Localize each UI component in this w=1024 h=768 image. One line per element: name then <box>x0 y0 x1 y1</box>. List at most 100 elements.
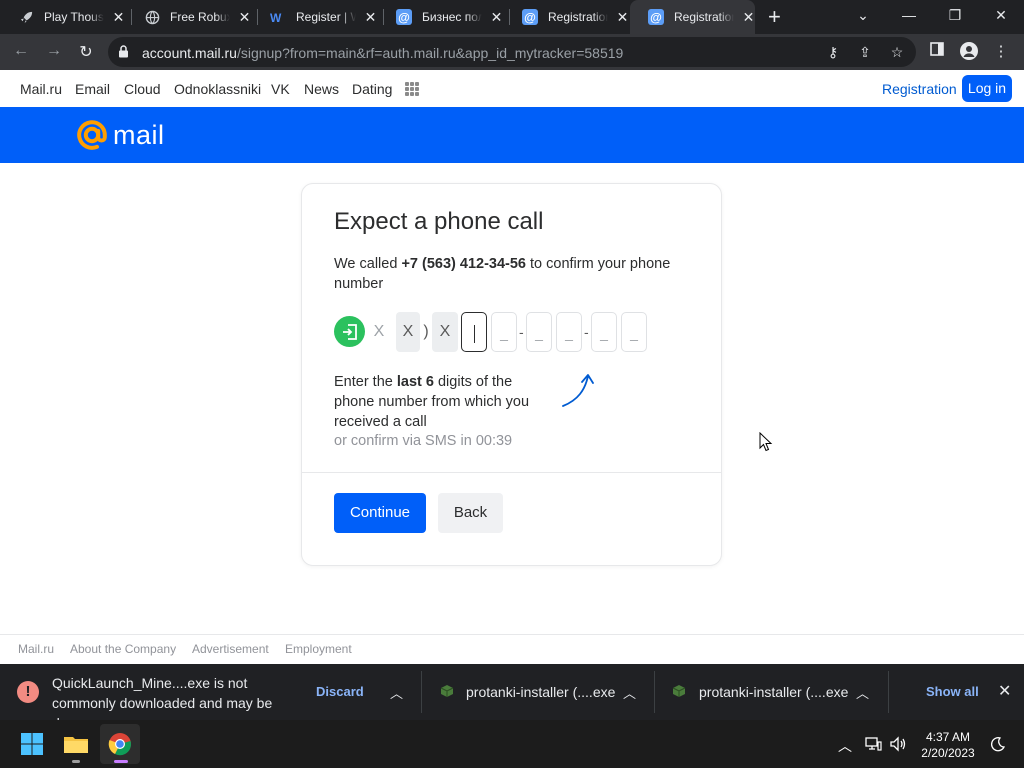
close-icon[interactable]: ✕ <box>998 681 1011 701</box>
url-text: account.mail.ru/signup?from=main&rf=auth… <box>142 45 624 61</box>
download-separator <box>888 671 889 713</box>
download-separator <box>421 671 422 713</box>
lock-icon <box>118 45 129 63</box>
bookmark-star-icon[interactable]: ☆ <box>888 44 906 61</box>
digit-input-2[interactable]: _ <box>491 312 517 352</box>
start-windows-icon[interactable] <box>12 724 52 764</box>
svg-text:@: @ <box>398 11 410 25</box>
browser-toolbar: ← → ↻ account.mail.ru/signup?from=main&r… <box>0 34 1024 70</box>
w-logo-icon: W <box>270 9 286 25</box>
minimize-icon[interactable]: — <box>899 7 919 23</box>
close-tab-icon[interactable]: ✕ <box>238 9 251 26</box>
close-tab-icon[interactable]: ✕ <box>112 9 125 26</box>
tab-register[interactable]: W Register | W ✕ <box>252 0 377 34</box>
tab-registration-active[interactable]: @ Registration ✕ <box>630 0 755 34</box>
close-window-icon[interactable]: ✕ <box>991 7 1011 24</box>
tab-title: Бизнес пол <box>422 10 482 24</box>
nav-mailru[interactable]: Mail.ru <box>20 81 62 97</box>
mail-at-icon: @ <box>396 9 412 25</box>
nav-cloud[interactable]: Cloud <box>124 81 161 97</box>
tab-title: Registration <box>548 10 608 24</box>
reload-icon[interactable]: ↻ <box>76 42 96 62</box>
download-separator <box>654 671 655 713</box>
registration-link[interactable]: Registration <box>882 81 957 97</box>
footer-about[interactable]: About the Company <box>70 642 176 656</box>
chrome-icon[interactable] <box>100 724 140 764</box>
restore-icon[interactable]: ❐ <box>945 7 965 24</box>
new-tab-icon[interactable]: + <box>768 6 781 28</box>
footer-mailru[interactable]: Mail.ru <box>18 642 54 656</box>
footer-employment[interactable]: Employment <box>285 642 352 656</box>
close-tab-icon[interactable]: ✕ <box>742 9 755 26</box>
globe-icon <box>144 9 160 25</box>
logo-wordmark: mail <box>113 119 165 150</box>
login-button[interactable]: Log in <box>962 75 1012 102</box>
digit-input-3[interactable]: _ <box>526 312 552 352</box>
volume-icon[interactable] <box>889 736 907 755</box>
share-icon[interactable]: ⇪ <box>856 44 874 61</box>
tab-play[interactable]: Play Thousands ✕ <box>0 0 125 34</box>
prefix-char: X <box>373 323 385 340</box>
nav-odnoklassniki[interactable]: Odnoklassniki <box>174 81 261 97</box>
clock-time: 4:37 AM <box>925 730 971 744</box>
chevron-up-icon[interactable]: ︿ <box>838 736 852 756</box>
svg-text:@: @ <box>650 11 662 25</box>
nav-news[interactable]: News <box>304 81 339 97</box>
nav-email[interactable]: Email <box>75 81 110 97</box>
focus-moon-icon[interactable] <box>990 736 1006 755</box>
key-icon[interactable]: ⚷ <box>824 44 842 61</box>
nav-dating[interactable]: Dating <box>352 81 392 97</box>
app-indicator-active <box>114 760 128 763</box>
show-all-button[interactable]: Show all <box>926 684 979 699</box>
tab-strip: Play Thousands ✕ Free Robux ✕ W Register… <box>0 0 1024 34</box>
tab-search-icon[interactable]: ⌄ <box>853 7 873 24</box>
call-description: We called +7 (563) 412-34-56 to confirm … <box>334 256 671 292</box>
nav-vk[interactable]: VK <box>271 81 290 97</box>
digit-input-5[interactable]: _ <box>591 312 617 352</box>
file-icon <box>440 685 454 697</box>
chevron-up-icon[interactable]: ︿ <box>623 683 636 702</box>
close-tab-icon[interactable]: ✕ <box>616 9 629 26</box>
close-tab-icon[interactable]: ✕ <box>490 9 503 26</box>
address-bar[interactable]: account.mail.ru/signup?from=main&rf=auth… <box>108 37 916 67</box>
file-explorer-icon[interactable] <box>56 724 96 764</box>
rocket-icon <box>18 9 34 25</box>
phone-number: +7 (563) 412-34-56 <box>401 256 526 272</box>
digit-input-6[interactable]: _ <box>621 312 647 352</box>
continue-button[interactable]: Continue <box>334 493 426 533</box>
tab-title: Registration <box>674 10 734 24</box>
network-icon[interactable] <box>865 736 882 755</box>
side-panel-icon[interactable] <box>927 42 947 60</box>
back-button[interactable]: Back <box>438 493 503 533</box>
mail-at-icon: @ <box>648 9 664 25</box>
danger-warning-icon: ! <box>17 681 39 703</box>
digit-input-4[interactable]: _ <box>556 312 582 352</box>
download-item-2[interactable]: protanki-installer (....exe <box>699 684 848 700</box>
file-icon <box>672 685 686 697</box>
sms-countdown: or confirm via SMS in 00:39 <box>334 433 513 449</box>
chevron-up-icon[interactable]: ︿ <box>856 683 869 702</box>
digits-hint: Enter the last 6 digits of the phone num… <box>334 374 530 430</box>
menu-kebab-icon[interactable]: ⋮ <box>991 42 1011 60</box>
close-tab-icon[interactable]: ✕ <box>364 9 377 26</box>
mail-logo[interactable]: mail <box>76 117 165 153</box>
apps-grid-icon[interactable] <box>405 82 419 96</box>
tab-registration-1[interactable]: @ Registration ✕ <box>504 0 629 34</box>
chevron-up-icon[interactable]: ︿ <box>390 683 403 702</box>
forward-icon[interactable]: → <box>44 42 64 60</box>
curved-arrow-icon <box>562 374 594 407</box>
prefix-paren: ) <box>423 323 429 340</box>
tab-business[interactable]: @ Бизнес пол ✕ <box>378 0 503 34</box>
digit-input-1[interactable] <box>461 312 487 352</box>
tab-robux[interactable]: Free Robux ✕ <box>126 0 251 34</box>
svg-text:@: @ <box>524 11 536 25</box>
digit-separator: - <box>584 324 589 340</box>
discard-button[interactable]: Discard <box>316 684 364 699</box>
system-clock[interactable]: 4:37 AM 2/20/2023 <box>910 729 986 761</box>
clock-date: 2/20/2023 <box>921 746 975 760</box>
footer-advertisement[interactable]: Advertisement <box>192 642 269 656</box>
profile-icon[interactable] <box>959 42 979 64</box>
digit-separator: - <box>519 324 524 340</box>
download-item-1[interactable]: protanki-installer (....exe <box>466 684 615 700</box>
back-icon[interactable]: ← <box>11 42 31 60</box>
